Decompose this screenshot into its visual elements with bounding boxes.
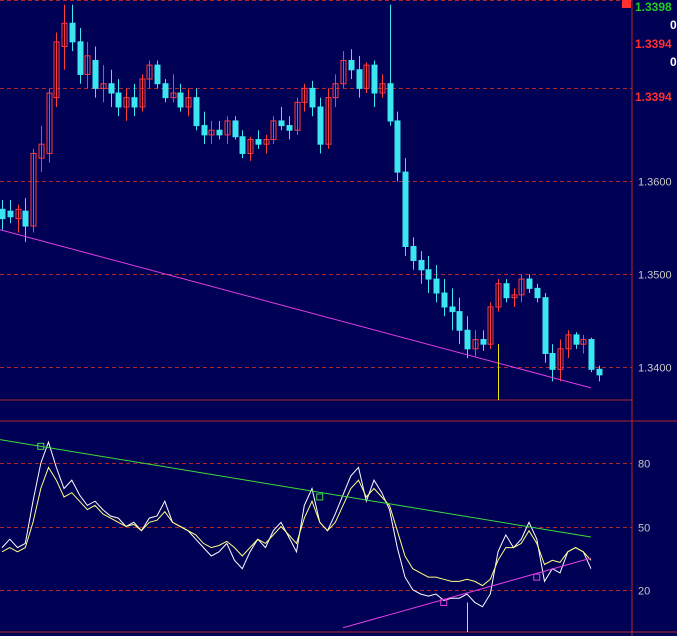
price-tag-label: 0	[670, 55, 677, 69]
candle-body-bear	[371, 64, 378, 94]
candle-body-bear	[503, 283, 510, 299]
candle-body-bear	[410, 246, 417, 261]
candle-body-bear	[596, 368, 603, 376]
candle-body-bear	[588, 339, 595, 370]
price-tick-label: 1.3500	[638, 270, 672, 282]
candle-body-bear	[534, 287, 541, 299]
candle-body-bear	[309, 87, 316, 108]
candle-body-bear	[232, 120, 239, 138]
candle-body-bear	[418, 259, 425, 271]
oscillator-line-white	[1, 440, 592, 608]
price-trendline	[0, 229, 592, 389]
price-tick-label: 1.3600	[638, 177, 672, 189]
candle-body-bear	[441, 292, 448, 308]
candle-body-bear	[449, 306, 456, 313]
candle-body-bear	[177, 92, 184, 108]
candle-body-bear	[22, 210, 29, 227]
current-price-flag	[622, 0, 631, 8]
trend-point-marker	[533, 573, 541, 581]
candle-body-bear	[456, 311, 463, 331]
candle-body-bear	[201, 125, 208, 136]
candle-body-bear	[108, 83, 115, 94]
candle-body-bear	[387, 83, 394, 122]
oscillator-tick-label: 50	[638, 523, 650, 535]
candle-body-bear	[278, 120, 285, 127]
oscillator-tick-label: 80	[638, 459, 650, 471]
candle-body-bear	[394, 120, 401, 173]
candle-body-bear	[92, 59, 99, 89]
candle-body-bear	[480, 339, 487, 345]
candle-body-bear	[0, 208, 6, 220]
price-tick-label: 1.3400	[638, 363, 672, 375]
oscillator-line-yellow	[1, 466, 592, 587]
price-tag-label: 0	[670, 18, 677, 32]
candle-body-bear	[356, 69, 363, 89]
candle-body-bear	[348, 59, 355, 71]
chart-canvas: 1.3400 1.3500 1.3600 20 50 80 1.3398 0 1.3394 0 1.…	[0, 0, 677, 636]
oscillator-tick-label: 20	[638, 586, 650, 598]
candle-body-bear	[7, 210, 14, 218]
candle-body-bear	[425, 269, 432, 280]
candle-body-bear	[464, 329, 471, 350]
price-tag-label: 1.3394	[635, 90, 672, 104]
candle-body-bear	[154, 64, 161, 85]
candle-body-bear	[69, 22, 76, 43]
candle-body-bear	[131, 97, 138, 108]
candle-body-bear	[162, 83, 169, 99]
candle-body-bear	[286, 125, 293, 131]
candle-body-bear	[115, 92, 122, 108]
candle-body-bear	[77, 41, 84, 75]
candle-body-bear	[216, 129, 223, 136]
oscillator-trendline-green	[0, 439, 592, 538]
chart-window: 1.3400 1.3500 1.3600 20 50 80 1.3398 0 1.3394 0 1.…	[0, 0, 677, 636]
candle-body-bear	[255, 139, 262, 145]
candle-body-bear	[239, 136, 246, 154]
price-tag-label: 1.3398	[635, 0, 672, 14]
candle-body-bear	[526, 278, 533, 289]
trend-point-marker	[316, 493, 324, 501]
candle-body-bear	[573, 334, 580, 345]
candle-body-bear	[549, 352, 556, 370]
candle-body-bear	[317, 106, 324, 145]
candle-body-bear	[542, 297, 549, 354]
price-tag-label: 1.3394	[635, 37, 672, 51]
candle-body-bear	[193, 97, 200, 127]
candle-body-bear	[402, 171, 409, 248]
candle-body-bear	[433, 278, 440, 294]
